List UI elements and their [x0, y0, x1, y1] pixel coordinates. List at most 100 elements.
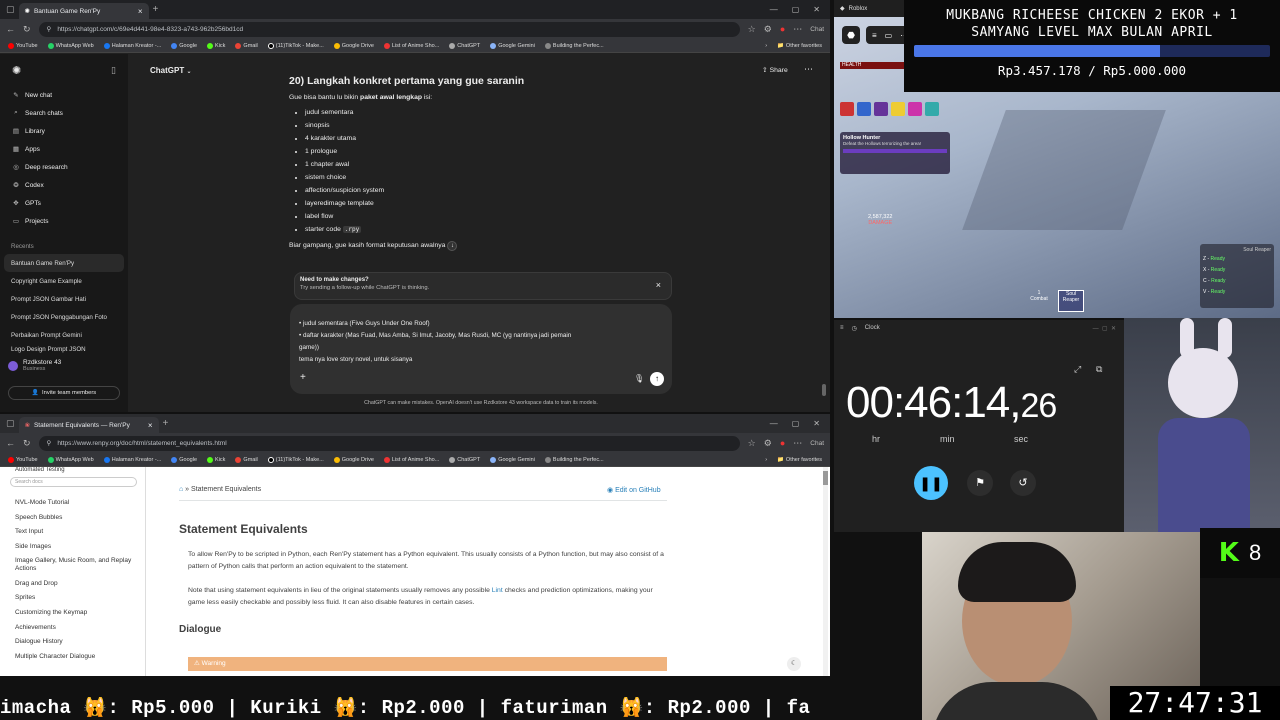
search-chats-button[interactable]: ⌕ Search chats	[0, 104, 128, 122]
bookmark-item[interactable]: Kick	[207, 42, 225, 49]
menu-icon[interactable]: ⋯	[793, 438, 802, 449]
send-button[interactable]: ↑	[650, 372, 664, 386]
sidebar-item[interactable]: Dialogue History	[0, 635, 145, 650]
sidebar-item[interactable]: Achievements	[0, 620, 145, 635]
scroll-down-icon[interactable]: ↓	[447, 241, 458, 251]
bookmark-item[interactable]: Google	[171, 42, 197, 49]
sidebar-top-item[interactable]: Automated Testing	[0, 467, 145, 475]
ability-slot[interactable]	[908, 102, 922, 116]
close-window-icon[interactable]: ✕	[813, 419, 820, 428]
close-window-icon[interactable]: ✕	[813, 5, 820, 14]
add-attachment-icon[interactable]: +	[300, 372, 306, 383]
sidebar-item[interactable]: Sprites	[0, 590, 145, 605]
other-favorites[interactable]: 📁 Other favorites	[777, 457, 822, 463]
ability-slot[interactable]	[925, 102, 939, 116]
maximize-icon[interactable]: ▢	[792, 419, 800, 428]
model-switcher[interactable]: ChatGPT ⌄	[150, 66, 192, 75]
reset-button[interactable]: ↺	[1010, 470, 1036, 496]
ability-slot[interactable]	[874, 102, 888, 116]
bookmark-item[interactable]: Google Drive	[333, 42, 374, 49]
profile-icon[interactable]: ●	[780, 24, 785, 34]
message-composer[interactable]: • judul sementara (Five Guys Under One R…	[290, 304, 672, 394]
bookmark-item[interactable]: WhatsApp Web	[47, 456, 94, 463]
new-tab-icon[interactable]: +	[163, 418, 169, 429]
maximize-icon[interactable]: ▢	[792, 5, 800, 14]
bookmark-item[interactable]: Halaman Kreator -...	[103, 456, 161, 463]
minimize-icon[interactable]: —	[770, 419, 778, 428]
bookmark-item[interactable]: Google Drive	[333, 456, 374, 463]
sidebar-item[interactable]: Multiple Character Dialogue	[0, 649, 145, 664]
sidebar-item[interactable]: Image Gallery, Music Room, and Replay Ac…	[0, 554, 145, 576]
microphone-icon[interactable]: 🎙	[634, 374, 644, 383]
bookmark-item[interactable]: Google Gemini	[490, 42, 535, 49]
expand-icon[interactable]: ⤢	[1074, 364, 1081, 375]
invite-team-button[interactable]: 👤 Invite team members	[8, 386, 120, 400]
recent-chat[interactable]: Prompt JSON Gambar Hati	[0, 290, 128, 308]
openai-logo-icon[interactable]: ✺	[12, 64, 21, 77]
hamburger-icon[interactable]: ≡	[840, 325, 844, 331]
gpts-button[interactable]: ✥ GPTs	[0, 194, 128, 212]
ability-slot[interactable]	[857, 102, 871, 116]
window-controls[interactable]: — ▢ ✕	[1093, 325, 1124, 332]
profile-icon[interactable]: ●	[780, 438, 785, 448]
back-icon[interactable]: ←	[6, 24, 15, 34]
new-tab-icon[interactable]: +	[153, 4, 159, 15]
bookmark-item[interactable]: WhatsApp Web	[47, 42, 94, 49]
address-field[interactable]: ⚲ https://www.renpy.org/doc/html/stateme…	[38, 435, 740, 451]
bookmark-item[interactable]: (11)TikTok - Make...	[267, 42, 324, 49]
side-panel-label[interactable]: Chat	[810, 440, 824, 447]
bookmarks-overflow-icon[interactable]: ›	[765, 457, 767, 463]
scrollbar[interactable]	[822, 384, 826, 396]
back-icon[interactable]: ←	[6, 438, 15, 448]
tab-actions-icon[interactable]: ▢	[6, 418, 15, 429]
bookmark-item[interactable]: ChatGPT	[449, 456, 480, 463]
new-chat-button[interactable]: ✎ New chat	[0, 86, 128, 104]
recent-chat[interactable]: Copyright Game Example	[0, 272, 128, 290]
close-tab-icon[interactable]: ×	[138, 7, 143, 16]
draft-text[interactable]: • judul sementara (Five Guys Under One R…	[299, 318, 571, 366]
sidebar-item[interactable]: Customizing the Keymap	[0, 605, 145, 620]
bookmark-star-icon[interactable]: ☆	[748, 24, 756, 35]
minimize-icon[interactable]: —	[770, 5, 778, 14]
sidebar-item[interactable]: Side Images	[0, 539, 145, 554]
bookmarks-overflow-icon[interactable]: ›	[765, 43, 767, 49]
site-info-icon[interactable]: ⚲	[47, 439, 52, 447]
deep-research-button[interactable]: ◎ Deep research	[0, 158, 128, 176]
scrollbar[interactable]	[823, 467, 828, 676]
address-field[interactable]: ⚲ https://chatgpt.com/c/69e4d441-98e4-83…	[38, 21, 740, 37]
recent-chat-active[interactable]: Bantuan Game Ren'Py	[4, 254, 124, 272]
active-tab[interactable]: ✺ Bantuan Game Ren'Py ×	[18, 3, 149, 19]
bookmark-item[interactable]: (11)TikTok - Make...	[267, 456, 324, 463]
site-info-icon[interactable]: ⚲	[47, 25, 52, 33]
bookmark-item[interactable]: Gmail	[235, 42, 258, 49]
recent-chat[interactable]: Logo Design Prompt JSON	[0, 344, 128, 354]
edit-on-github-link[interactable]: ◉ Edit on GitHub	[607, 486, 661, 494]
account-row[interactable]: Rzdkstore 43 Business	[8, 359, 61, 372]
side-panel-label[interactable]: Chat	[810, 26, 824, 33]
bookmark-item[interactable]: Halaman Kreator -...	[103, 42, 161, 49]
bookmark-item[interactable]: List of Anime Sho...	[383, 42, 439, 49]
reload-icon[interactable]: ↻	[23, 24, 31, 35]
home-icon[interactable]: ⌂	[179, 486, 183, 493]
codex-button[interactable]: ❂ Codex	[0, 176, 128, 194]
lint-link[interactable]: Lint	[492, 587, 503, 594]
menu-icon[interactable]: ⋯	[793, 24, 802, 35]
extensions-icon[interactable]: ⚙	[764, 438, 772, 449]
sidebar-item[interactable]: Speech Bubbles	[0, 510, 145, 525]
sidebar-item[interactable]: Text Input	[0, 524, 145, 539]
more-options-icon[interactable]: ⋯	[804, 64, 813, 75]
bookmark-item[interactable]: ChatGPT	[449, 42, 480, 49]
theme-toggle-icon[interactable]: ☾	[787, 657, 801, 671]
projects-button[interactable]: ▭ Projects	[0, 212, 128, 230]
pause-button[interactable]: ❚❚	[914, 466, 948, 500]
ability-slot[interactable]	[891, 102, 905, 116]
soul-reaper-slot[interactable]: Soul Reaper	[1058, 290, 1084, 312]
bookmark-item[interactable]: Building the Perfec...	[544, 42, 604, 49]
extensions-icon[interactable]: ⚙	[764, 24, 772, 35]
recent-chat[interactable]: Prompt JSON Penggabungan Foto	[0, 308, 128, 326]
bookmark-item[interactable]: List of Anime Sho...	[383, 456, 439, 463]
recent-chat[interactable]: Perbaikan Prompt Gemini	[0, 326, 128, 344]
tab-actions-icon[interactable]: ▢	[6, 4, 15, 15]
compact-overlay-icon[interactable]: ⧉	[1096, 364, 1102, 375]
ability-slot[interactable]	[840, 102, 854, 116]
